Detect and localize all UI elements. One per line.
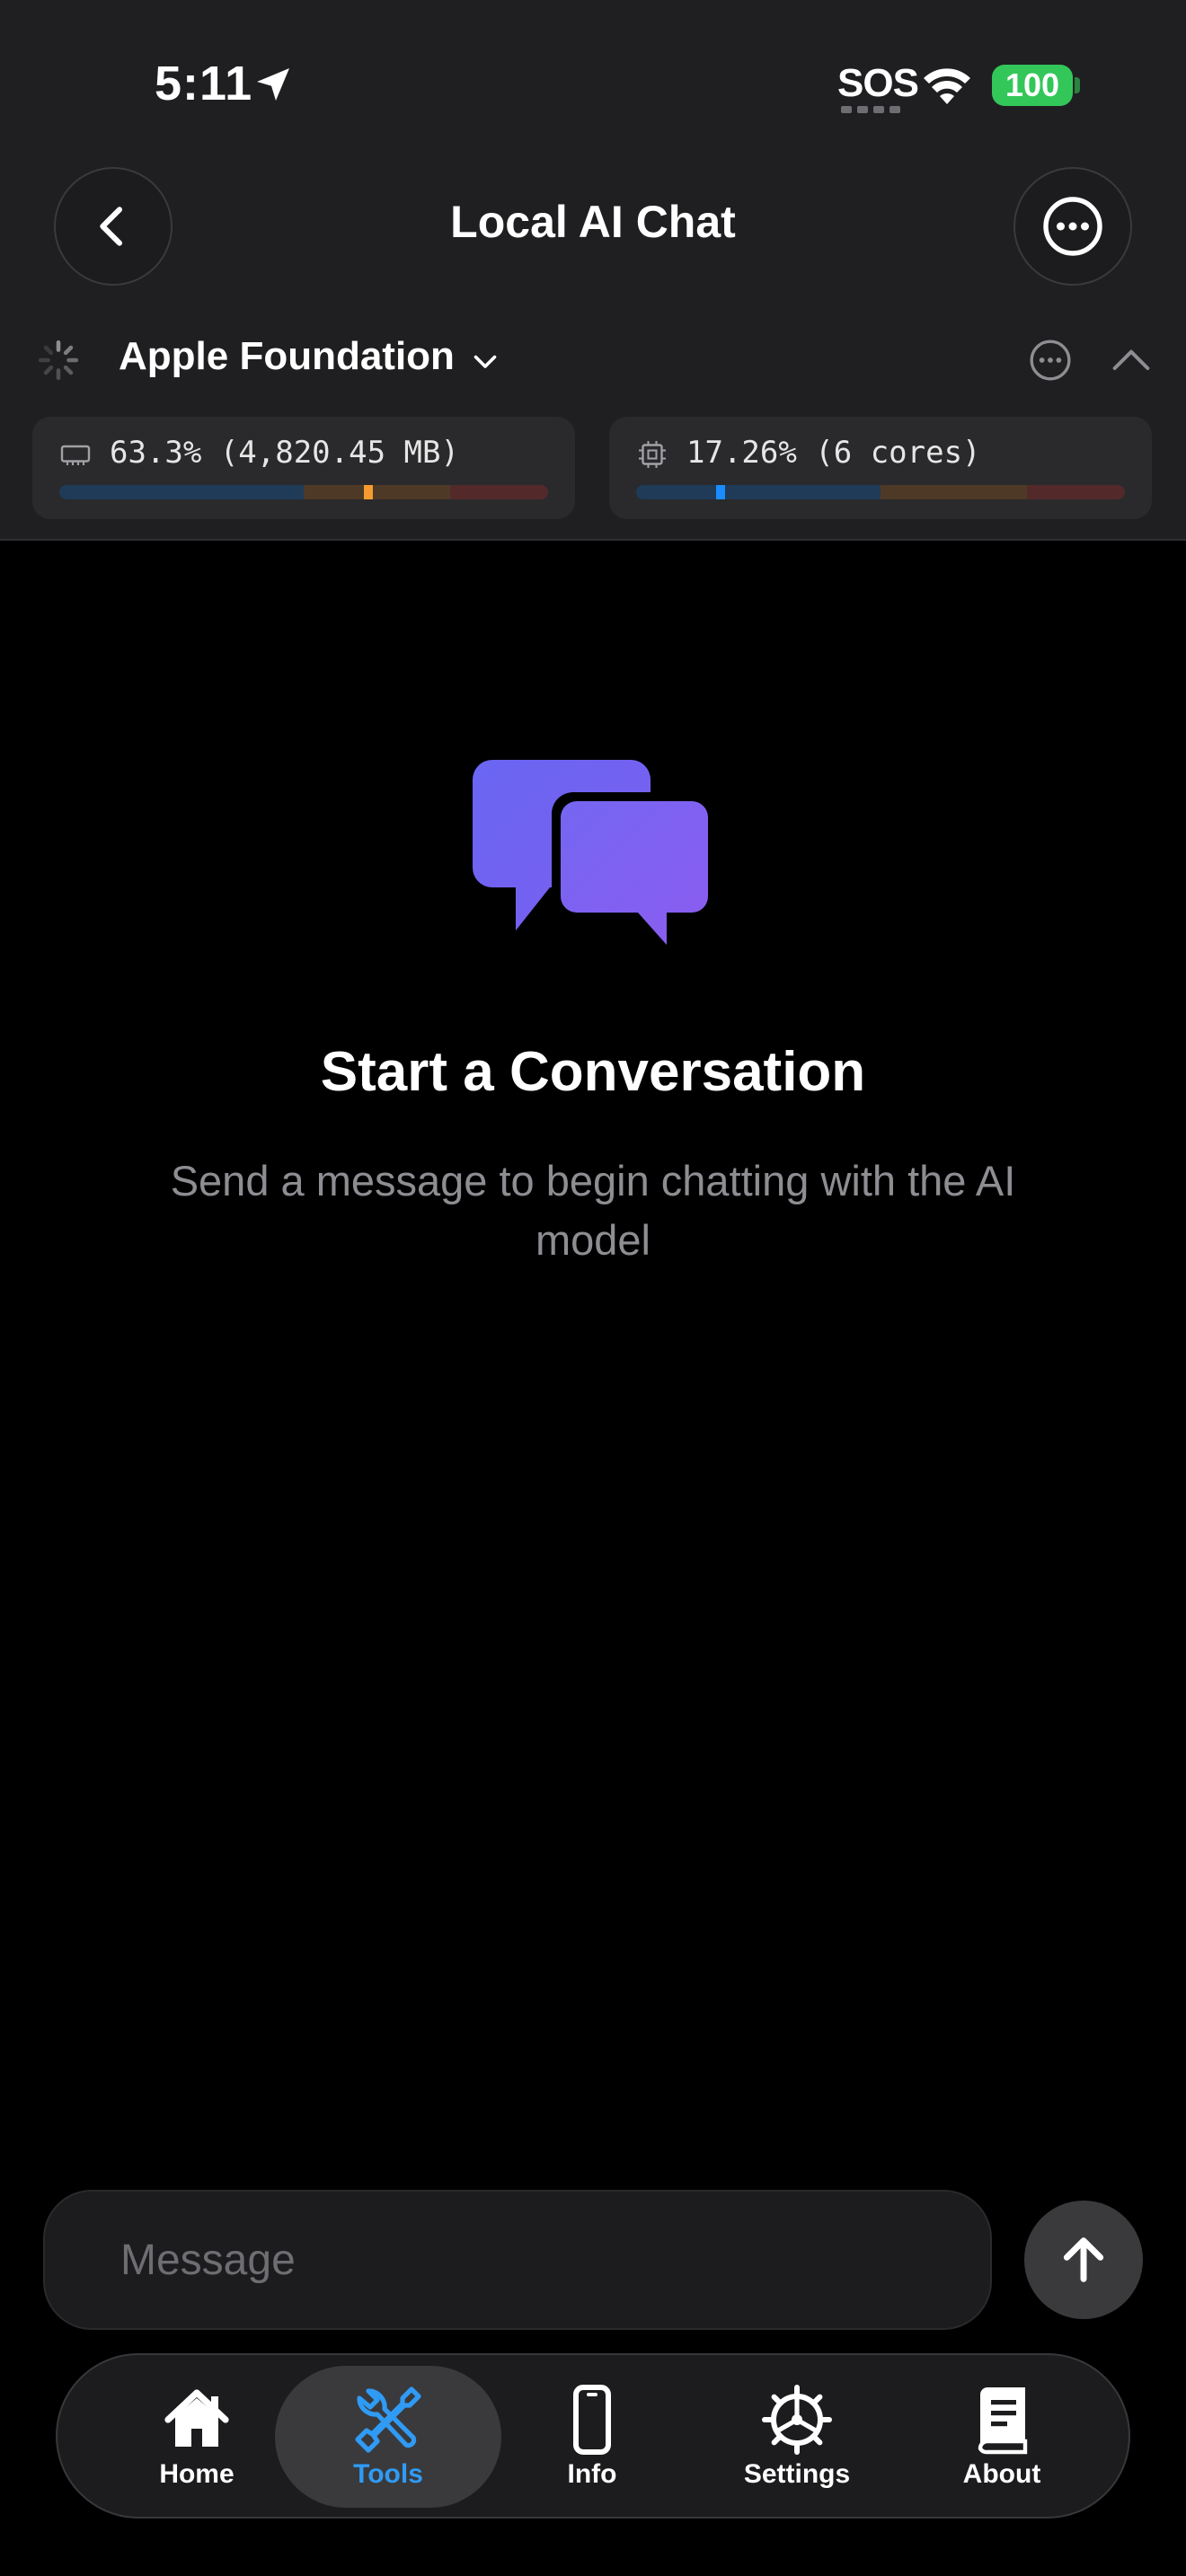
more-options-button[interactable] bbox=[1013, 167, 1132, 286]
battery-cap bbox=[1075, 77, 1080, 93]
tab-about[interactable]: About bbox=[898, 2366, 1105, 2508]
chat-bubbles-icon bbox=[473, 760, 715, 957]
message-input[interactable] bbox=[43, 2190, 992, 2330]
tab-home[interactable]: Home bbox=[93, 2366, 300, 2508]
chevron-down-icon[interactable] bbox=[469, 345, 501, 377]
battery-indicator: 100 bbox=[992, 65, 1073, 106]
wifi-icon bbox=[924, 68, 970, 104]
status-time: 5:11 bbox=[155, 57, 253, 110]
model-options-icon[interactable] bbox=[1028, 338, 1073, 383]
empty-state-subtitle: Send a message to begin chatting with th… bbox=[170, 1157, 1016, 1264]
tab-tools-label: Tools bbox=[353, 2459, 423, 2489]
signal-dots-icon bbox=[841, 106, 900, 113]
cpu-icon bbox=[639, 441, 666, 468]
send-button[interactable] bbox=[1024, 2201, 1143, 2319]
tab-info-label: Info bbox=[567, 2459, 617, 2489]
loading-spinner-icon bbox=[38, 340, 79, 381]
memory-usage-text: 63.3% (4,820.45 MB) bbox=[110, 435, 459, 471]
app-screen: 5:11 SOS 100 Local AI Chat Apple Foundat… bbox=[0, 0, 1186, 2576]
empty-state-title: Start a Conversation bbox=[320, 1041, 866, 1103]
tab-info[interactable]: Info bbox=[489, 2366, 695, 2508]
tab-home-label: Home bbox=[159, 2459, 235, 2489]
header-region: 5:11 SOS 100 Local AI Chat Apple Foundat… bbox=[0, 0, 1186, 541]
tab-tools[interactable]: Tools bbox=[275, 2366, 501, 2508]
house-icon bbox=[164, 2389, 229, 2447]
phone-icon bbox=[573, 2385, 611, 2455]
cpu-usage-marker bbox=[716, 485, 725, 499]
memory-chip-icon bbox=[60, 445, 91, 465]
memory-usage-bar bbox=[59, 485, 548, 499]
cpu-usage-card: 17.26% (6 cores) bbox=[609, 417, 1152, 519]
model-selector[interactable]: Apple Foundation bbox=[119, 334, 455, 379]
gear-icon bbox=[762, 2385, 832, 2455]
memory-usage-card: 63.3% (4,820.45 MB) bbox=[32, 417, 575, 519]
cpu-usage-text: 17.26% (6 cores) bbox=[686, 435, 981, 471]
chevron-up-icon[interactable] bbox=[1109, 341, 1154, 377]
page-title: Local AI Chat bbox=[450, 197, 736, 247]
tab-settings[interactable]: Settings bbox=[694, 2366, 900, 2508]
book-icon bbox=[978, 2387, 1028, 2455]
wrench-screwdriver-icon bbox=[355, 2386, 421, 2453]
tab-bar: Home Tools Info Settings About bbox=[56, 2353, 1130, 2519]
memory-usage-marker bbox=[364, 485, 373, 499]
ellipsis-circle-icon bbox=[1043, 197, 1102, 256]
tab-about-label: About bbox=[962, 2459, 1041, 2489]
arrow-up-icon bbox=[1063, 2237, 1104, 2282]
sos-indicator: SOS bbox=[837, 61, 919, 105]
cpu-usage-bar bbox=[636, 485, 1125, 499]
tab-settings-label: Settings bbox=[743, 2459, 851, 2489]
location-arrow-icon bbox=[257, 68, 289, 101]
